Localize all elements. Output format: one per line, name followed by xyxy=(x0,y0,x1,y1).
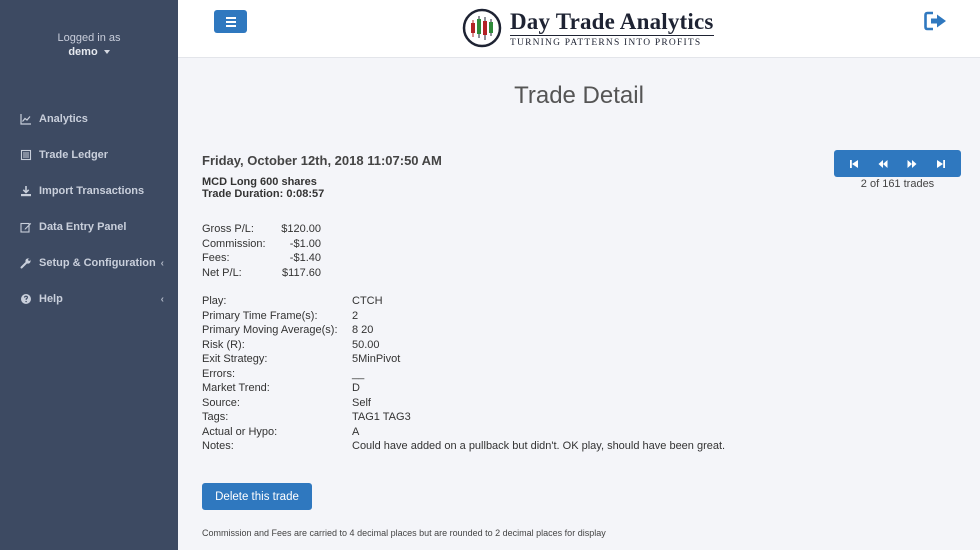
logo-title: Day Trade Analytics xyxy=(510,8,714,34)
logo-tagline: TURNING PATTERNS INTO PROFITS xyxy=(510,37,702,48)
menu-toggle-button[interactable] xyxy=(214,10,247,33)
chevron-left-icon: ‹ xyxy=(160,293,164,305)
download-icon xyxy=(20,185,32,197)
pl-summary: Gross P/L: $120.00 Commission: -$1.00 Fees… xyxy=(202,222,321,280)
backward-icon xyxy=(878,159,888,168)
wrench-icon xyxy=(20,257,32,269)
pl-row-net: Net P/L: $117.60 xyxy=(202,266,321,279)
logout-icon[interactable] xyxy=(924,11,948,31)
attr-row-exit-strategy: Exit Strategy: 5MinPivot xyxy=(202,353,401,366)
list-icon xyxy=(20,149,32,161)
trade-position: MCD Long 600 shares xyxy=(202,176,317,188)
attr-row-errors: Errors: __ xyxy=(202,367,365,380)
sidebar-item-trade-ledger[interactable]: Trade Ledger xyxy=(0,137,178,173)
attr-row-tags: Tags: TAG1 TAG3 xyxy=(202,411,411,424)
login-info: Logged in as demo xyxy=(0,0,178,59)
sidebar-item-import-transactions[interactable]: Import Transactions xyxy=(0,173,178,209)
previous-trade-button[interactable] xyxy=(872,155,894,173)
logo[interactable]: Day Trade Analytics TURNING PATTERNS INT… xyxy=(462,8,714,48)
edit-icon xyxy=(20,221,32,233)
sidebar-item-label: Analytics xyxy=(39,113,88,125)
sidebar-item-label: Data Entry Panel xyxy=(39,221,127,233)
logged-in-label: Logged in as xyxy=(57,32,121,44)
attr-row-time-frame: Primary Time Frame(s): 2 xyxy=(202,309,359,322)
trade-summary: MCD Long 600 shares Trade Duration: 0:08… xyxy=(202,176,324,200)
attr-row-source: Source: Self xyxy=(202,396,371,409)
sidebar-item-data-entry-panel[interactable]: Data Entry Panel xyxy=(0,209,178,245)
attr-row-risk: Risk (R): 50.00 xyxy=(202,338,380,351)
step-backward-icon xyxy=(850,159,859,168)
attr-row-notes: Notes: Could have added on a pullback but… xyxy=(202,440,726,453)
sidebar-item-label: Trade Ledger xyxy=(39,149,109,161)
footnote: Commission and Fees are carried to 4 dec… xyxy=(202,528,606,538)
caret-down-icon xyxy=(103,50,110,54)
step-forward-icon xyxy=(936,159,945,168)
trade-pager xyxy=(834,150,961,177)
line-chart-icon xyxy=(20,113,32,125)
sidebar-item-setup-configuration[interactable]: Setup & Configuration ‹ xyxy=(0,245,178,281)
attr-row-actual-hypo: Actual or Hypo: A xyxy=(202,425,360,438)
trade-datetime: Friday, October 12th, 2018 11:07:50 AM xyxy=(202,153,442,168)
sidebar-item-label: Help xyxy=(39,293,63,305)
sidebar-item-analytics[interactable]: Analytics xyxy=(0,101,178,137)
chevron-left-icon: ‹ xyxy=(160,257,164,269)
delete-trade-button[interactable]: Delete this trade xyxy=(202,483,312,510)
username: demo xyxy=(68,46,98,58)
sidebar-item-help[interactable]: Help ‹ xyxy=(0,281,178,317)
last-trade-button[interactable] xyxy=(930,155,952,173)
attr-row-moving-average: Primary Moving Average(s): 8 20 xyxy=(202,324,374,337)
pl-row-fees: Fees: -$1.40 xyxy=(202,252,321,265)
pl-row-commission: Commission: -$1.00 xyxy=(202,237,321,250)
question-circle-icon xyxy=(20,293,32,305)
trade-count: 2 of 161 trades xyxy=(860,178,935,190)
top-header: Day Trade Analytics TURNING PATTERNS INT… xyxy=(178,0,980,58)
candlestick-logo-icon xyxy=(462,8,502,48)
pl-row-gross: Gross P/L: $120.00 xyxy=(202,223,321,236)
page-title: Trade Detail xyxy=(514,82,644,109)
sidebar: Logged in as demo Analytics Trade Ledger… xyxy=(0,0,178,550)
hamburger-icon xyxy=(225,16,236,19)
sidebar-nav: Analytics Trade Ledger Import Transactio… xyxy=(0,101,178,317)
attr-row-play: Play: CTCH xyxy=(202,295,383,308)
trade-attributes: Play: CTCH Primary Time Frame(s): 2 Primar… xyxy=(202,294,725,454)
attr-row-market-trend: Market Trend: D xyxy=(202,382,360,395)
logo-divider xyxy=(510,34,714,36)
sidebar-item-label: Import Transactions xyxy=(39,185,145,197)
first-trade-button[interactable] xyxy=(843,155,865,173)
sidebar-item-label: Setup & Configuration xyxy=(39,257,156,269)
trade-duration: Trade Duration: 0:08:57 xyxy=(202,188,325,200)
user-menu[interactable]: demo xyxy=(68,45,110,59)
main-content: Trade Detail Friday, October 12th, 2018 … xyxy=(178,58,980,550)
forward-icon xyxy=(907,159,917,168)
next-trade-button[interactable] xyxy=(901,155,923,173)
